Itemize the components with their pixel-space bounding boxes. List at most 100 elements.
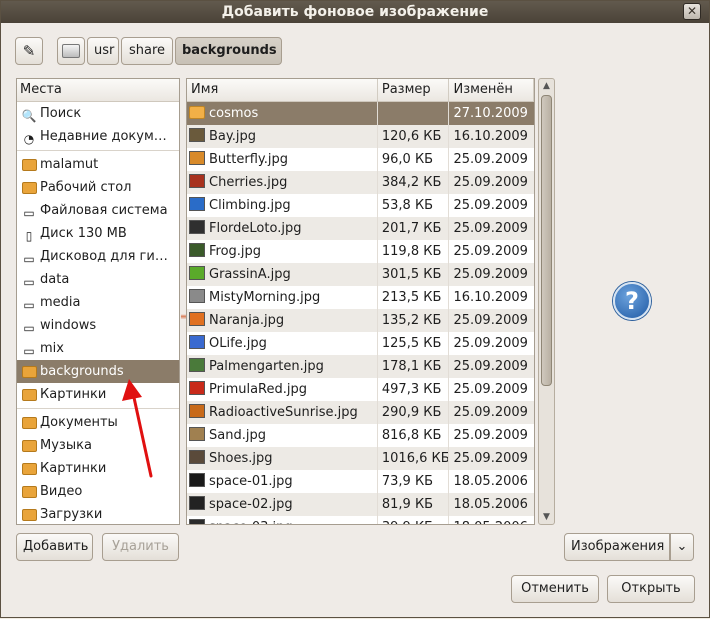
place-item[interactable]: Документы [17, 411, 179, 434]
file-name-cell: PrimulaRed.jpg [187, 378, 378, 401]
file-size: 201,7 КБ [378, 217, 450, 240]
file-name: RadioactiveSunrise.jpg [209, 405, 358, 420]
recent-icon: ◔ [23, 132, 35, 146]
place-item[interactable]: ▭ mix [17, 337, 179, 360]
file-row[interactable]: space-02.jpg 81,9 КБ 18.05.2006 [187, 493, 534, 516]
file-name-cell: Palmengarten.jpg [187, 355, 378, 378]
edit-location-button[interactable]: ✎ [15, 37, 43, 65]
place-item[interactable]: ▭ Дисковод для ги… [17, 245, 179, 268]
drive-icon: ▭ [23, 275, 35, 289]
file-type-filter[interactable]: Изображения [564, 533, 670, 561]
file-row[interactable]: Sand.jpg 816,8 КБ 25.09.2009 [187, 424, 534, 447]
path-segment-backgrounds[interactable]: backgrounds [175, 37, 282, 65]
title-bar: Добавить фоновое изображение ✕ [1, 1, 709, 23]
close-icon[interactable]: ✕ [683, 3, 701, 20]
places-header[interactable]: Места [17, 79, 179, 102]
place-item[interactable]: ▭ data [17, 268, 179, 291]
image-thumbnail-icon [189, 266, 205, 280]
file-modified: 25.09.2009 [453, 382, 528, 397]
file-row[interactable]: PrimulaRed.jpg 497,3 КБ 25.09.2009 [187, 378, 534, 401]
path-segment-share[interactable]: share [121, 37, 173, 65]
cancel-button[interactable]: Отменить [511, 575, 599, 603]
place-item[interactable]: ▯ Диск 130 MB [17, 222, 179, 245]
scroll-down-icon[interactable]: ▼ [539, 510, 554, 524]
file-size: 81,9 КБ [378, 493, 450, 516]
chevron-down-icon[interactable]: ⌄ [670, 533, 694, 561]
filesystem-icon: ▭ [23, 206, 35, 220]
path-segment-root[interactable] [57, 37, 85, 65]
image-thumbnail-icon [189, 381, 205, 395]
column-header-modified[interactable]: Изменён [449, 79, 534, 101]
file-row[interactable]: Butterfly.jpg 96,0 КБ 25.09.2009 [187, 148, 534, 171]
file-row[interactable]: GrassinA.jpg 301,5 КБ 25.09.2009 [187, 263, 534, 286]
file-name-cell: MistyMorning.jpg [187, 286, 378, 309]
place-item[interactable]: Загрузки [17, 503, 179, 524]
file-list-scrollbar[interactable]: ▲ ▼ [538, 78, 555, 525]
file-size: 384,2 КБ [378, 171, 450, 194]
place-item[interactable]: Видео [17, 480, 179, 503]
file-modified: 25.09.2009 [453, 313, 528, 328]
place-item[interactable]: malamut [17, 153, 179, 176]
pane-resize-handle[interactable]: ≡ [180, 313, 187, 325]
add-button[interactable]: Добавить [16, 533, 93, 561]
column-header-name[interactable]: Имя [187, 79, 378, 101]
place-item[interactable]: 🔍 Поиск [17, 102, 179, 125]
file-row[interactable]: space-03.jpg 39,9 КБ18.05.2006 [187, 516, 534, 524]
places-separator [17, 408, 179, 409]
image-thumbnail-icon [189, 404, 205, 418]
file-name: space-02.jpg [209, 497, 293, 512]
file-name-cell: Climbing.jpg [187, 194, 378, 217]
image-thumbnail-icon [189, 312, 205, 326]
place-item[interactable]: backgrounds [17, 360, 179, 383]
image-thumbnail-icon [189, 519, 205, 524]
place-item[interactable]: Рабочий стол [17, 176, 179, 199]
file-row[interactable]: OLife.jpg 125,5 КБ 25.09.2009 [187, 332, 534, 355]
place-label: Картинки [40, 387, 107, 402]
file-size: 213,5 КБ [378, 286, 450, 309]
path-segment-usr[interactable]: usr [87, 37, 119, 65]
place-label: mix [40, 341, 64, 356]
file-name: OLife.jpg [209, 336, 267, 351]
file-size: 135,2 КБ [378, 309, 450, 332]
file-list: Имя Размер Изменён cosmos 27.10.2009 Bay.j… [186, 78, 535, 525]
place-item[interactable]: Картинки [17, 457, 179, 480]
pictures-folder-icon [21, 461, 37, 477]
file-row[interactable]: Naranja.jpg 135,2 КБ 25.09.2009 [187, 309, 534, 332]
file-row[interactable]: MistyMorning.jpg 213,5 КБ 16.10.2009 [187, 286, 534, 309]
file-name: cosmos [209, 106, 259, 121]
place-item[interactable]: Картинки [17, 383, 179, 406]
remove-button[interactable]: Удалить [102, 533, 179, 561]
desktop-folder-icon [21, 180, 37, 196]
place-item[interactable]: Музыка [17, 434, 179, 457]
file-name-cell: Cherries.jpg [187, 171, 378, 194]
music-folder-icon [21, 438, 37, 454]
places-sidebar: Места 🔍 Поиск ◔ Недавние докум… malamut Рабоч… [16, 78, 180, 525]
scrollbar-thumb[interactable] [541, 95, 552, 386]
file-row[interactable]: FlordeLoto.jpg 201,7 КБ 25.09.2009 [187, 217, 534, 240]
file-row[interactable]: Climbing.jpg 53,8 КБ 25.09.2009 [187, 194, 534, 217]
file-name: Butterfly.jpg [209, 152, 288, 167]
file-row[interactable]: RadioactiveSunrise.jpg 290,9 КБ 25.09.2009 [187, 401, 534, 424]
file-row[interactable]: Palmengarten.jpg 178,1 КБ 25.09.2009 [187, 355, 534, 378]
file-row[interactable]: Bay.jpg 120,6 КБ 16.10.2009 [187, 125, 534, 148]
file-row[interactable]: cosmos 27.10.2009 [187, 102, 534, 125]
place-item[interactable]: ▭ media [17, 291, 179, 314]
column-header-size[interactable]: Размер [378, 79, 450, 101]
file-row[interactable]: Cherries.jpg 384,2 КБ 25.09.2009 [187, 171, 534, 194]
scroll-up-icon[interactable]: ▲ [539, 79, 554, 93]
place-label: data [40, 272, 70, 287]
place-item[interactable]: ▭ windows [17, 314, 179, 337]
drive-icon: ▭ [23, 321, 35, 335]
place-label: Видео [40, 484, 83, 499]
file-row[interactable]: space-01.jpg 73,9 КБ 18.05.2006 [187, 470, 534, 493]
file-row[interactable]: Shoes.jpg 1016,6 КБ 25.09.2009 [187, 447, 534, 470]
place-item[interactable]: ◔ Недавние докум… [17, 125, 179, 148]
file-name: Naranja.jpg [209, 313, 285, 328]
folder-icon [189, 106, 205, 119]
open-button[interactable]: Открыть [607, 575, 695, 603]
file-name-cell: Sand.jpg [187, 424, 378, 447]
image-thumbnail-icon [189, 151, 205, 165]
image-thumbnail-icon [189, 220, 205, 234]
place-item[interactable]: ▭ Файловая система [17, 199, 179, 222]
file-row[interactable]: Frog.jpg 119,8 КБ 25.09.2009 [187, 240, 534, 263]
